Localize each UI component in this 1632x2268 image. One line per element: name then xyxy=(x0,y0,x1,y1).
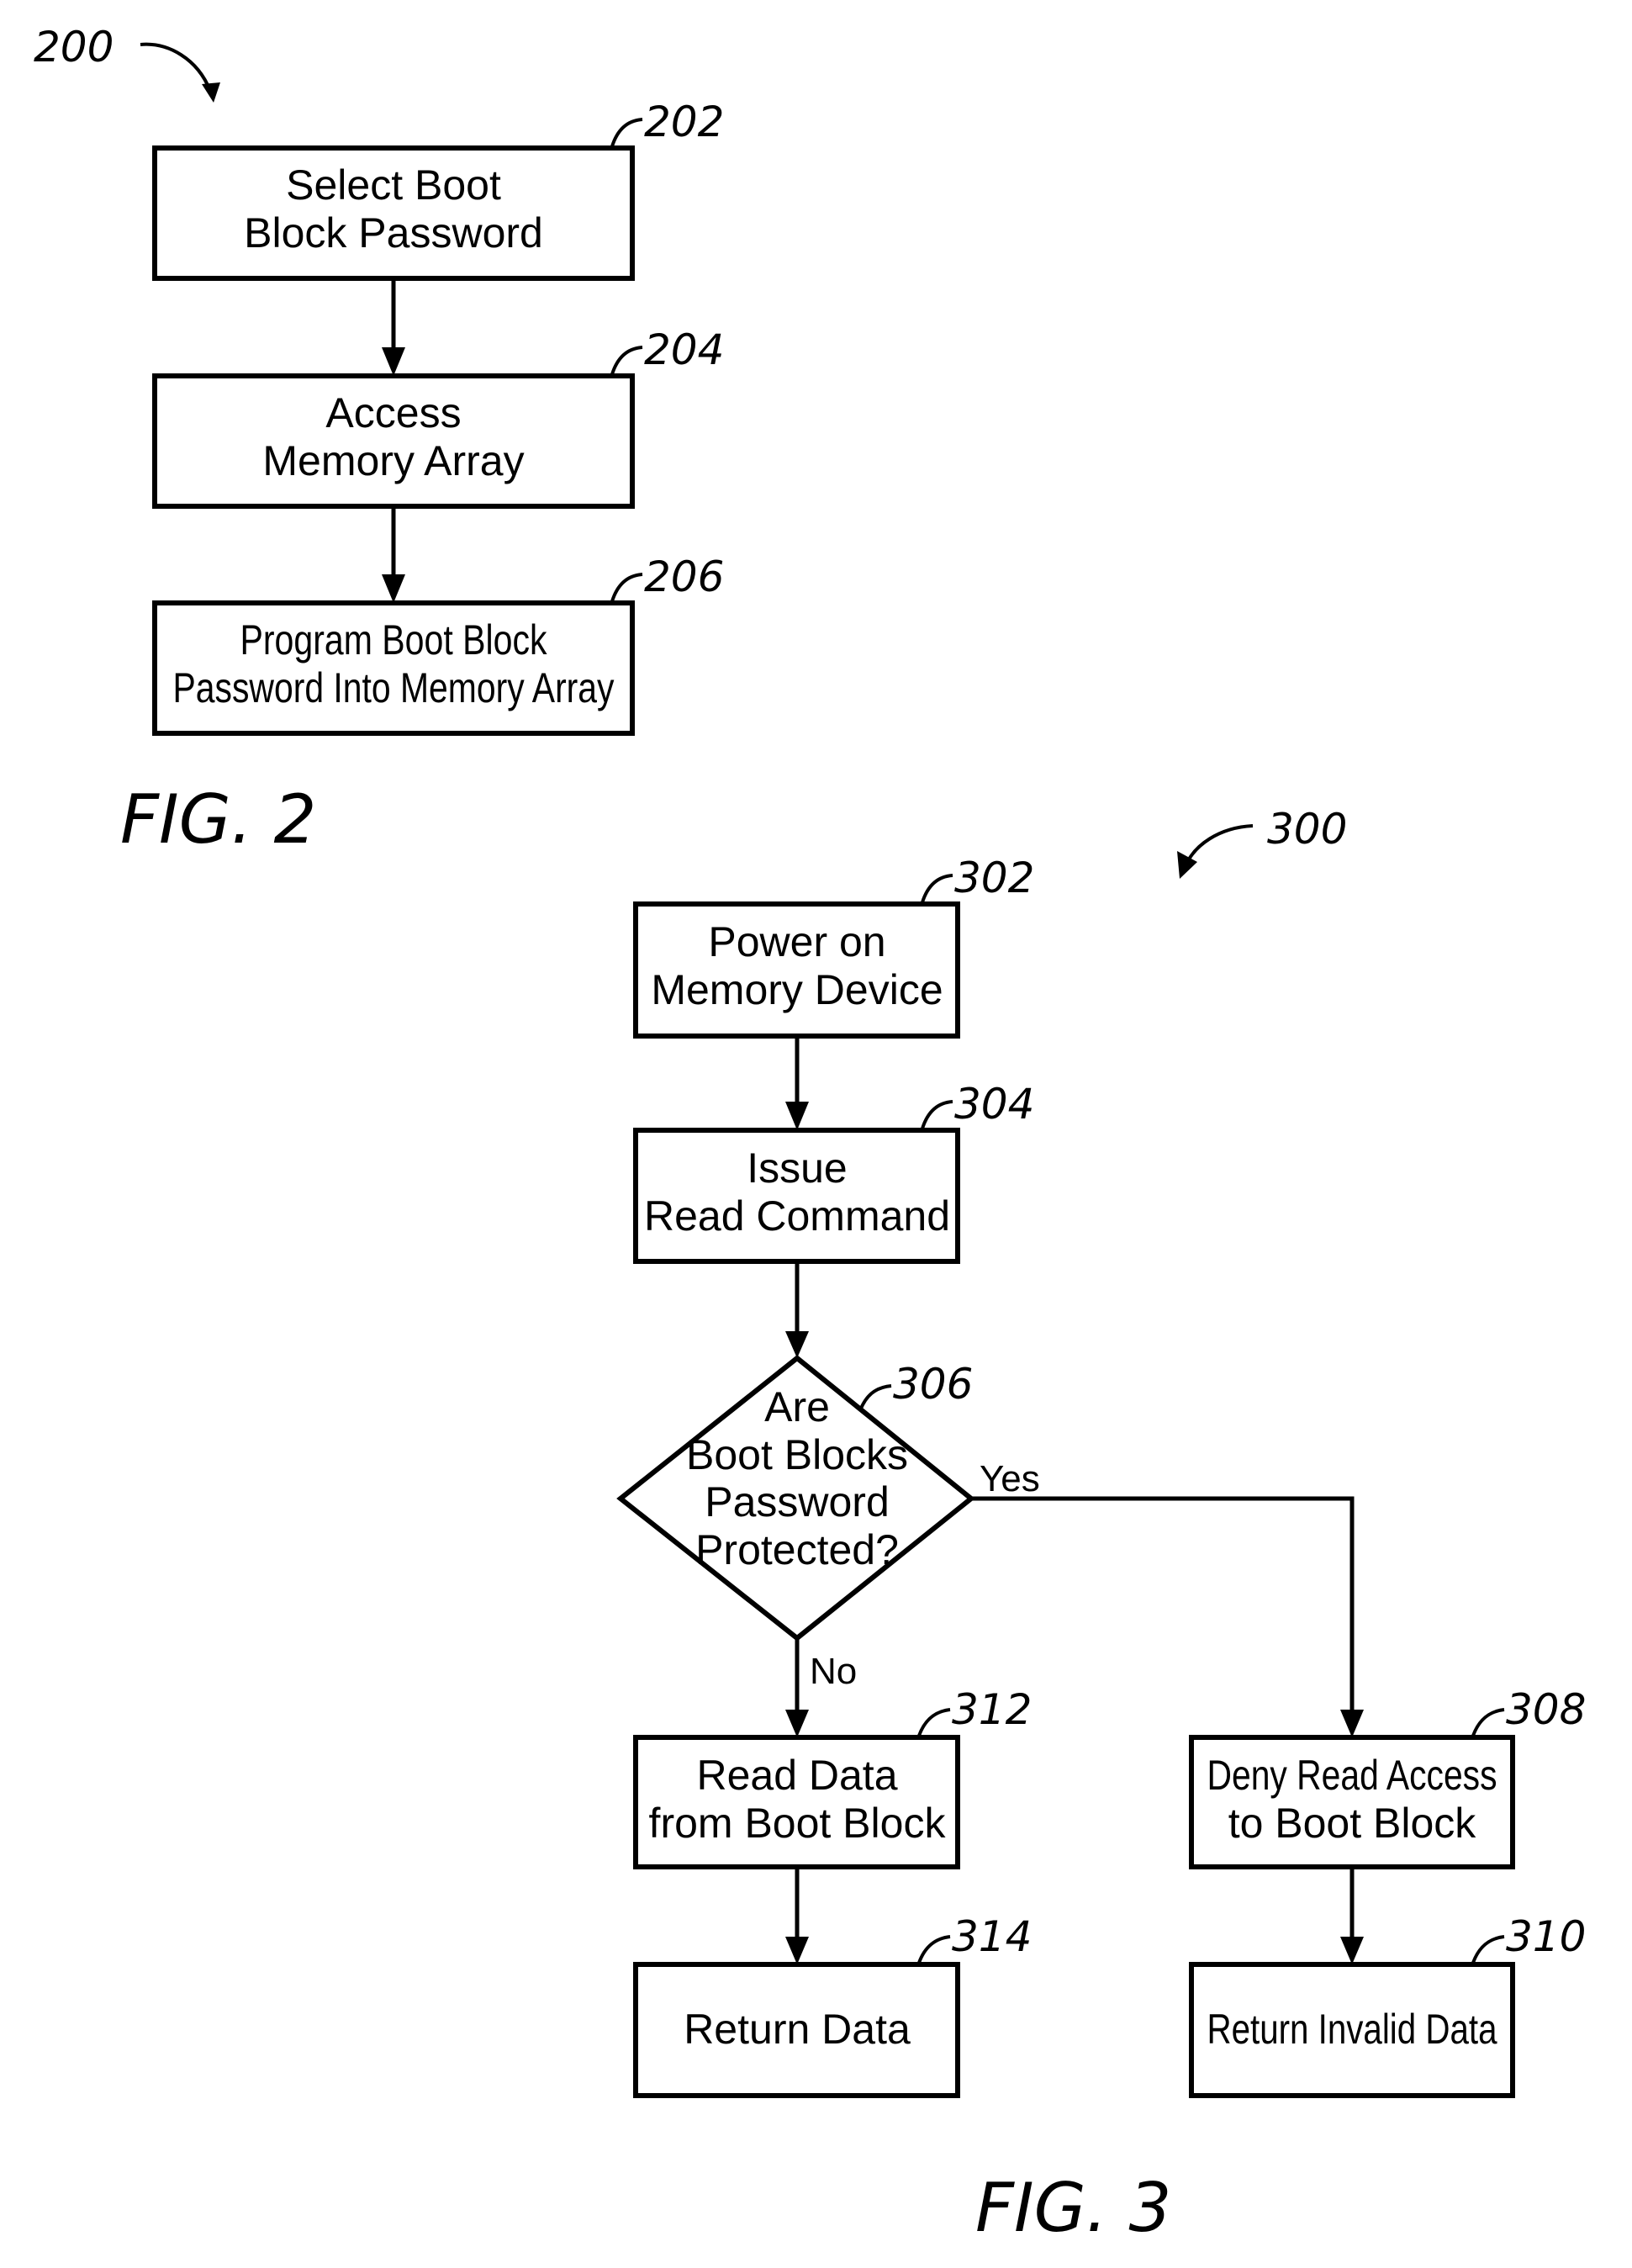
figure-ref-arrow xyxy=(140,42,212,92)
decision-text-line: Boot Blocks xyxy=(686,1431,908,1478)
step-302: Power on Memory Device 302 xyxy=(633,854,1034,1039)
arrowhead-icon xyxy=(785,1331,809,1358)
step-ref-label: 202 xyxy=(644,98,724,146)
step-text-line: Issue xyxy=(747,1145,848,1192)
arrowhead-icon xyxy=(785,1102,809,1130)
figure-ref-300: 300 xyxy=(1267,805,1347,854)
ref-leader xyxy=(858,1384,892,1411)
ref-leader xyxy=(1471,1935,1505,1964)
step-text-line: from Boot Block xyxy=(649,1800,947,1847)
arrowhead-icon xyxy=(1340,1937,1364,1964)
step-204: Access Memory Array 204 xyxy=(152,325,724,509)
step-text-line: Memory Array xyxy=(262,437,524,484)
step-308: Deny Read Access to Boot Block 308 xyxy=(1189,1685,1586,1869)
ref-leader xyxy=(921,1100,953,1129)
decision-text-line: Password xyxy=(705,1478,890,1525)
ref-leader xyxy=(610,346,643,375)
figure-3: 300 Power on Memory Device 302 Issue Rea… xyxy=(616,805,1586,2247)
step-text-line: Block Password xyxy=(244,209,543,256)
arrowhead-icon xyxy=(382,574,405,603)
step-ref-label: 304 xyxy=(954,1080,1034,1129)
decision-306: Are Boot Blocks Password Protected? 306 xyxy=(616,1355,975,1642)
step-ref-label: 308 xyxy=(1506,1685,1586,1734)
arrowhead-icon xyxy=(1340,1710,1364,1737)
arrowhead-icon xyxy=(202,82,220,103)
decision-text-line: Are xyxy=(764,1383,830,1430)
step-text-line: Read Command xyxy=(644,1192,950,1240)
step-ref-label: 312 xyxy=(952,1685,1032,1734)
step-ref-label: 206 xyxy=(644,552,724,601)
figure-2: 200 Select Boot Block Password 202 Acces… xyxy=(34,23,724,859)
step-text-line: Memory Device xyxy=(651,966,943,1013)
step-206: Program Boot Block Password Into Memory … xyxy=(152,552,724,736)
decision-text-line: Protected? xyxy=(695,1526,899,1573)
flow-connector-yes xyxy=(971,1496,1355,1716)
step-ref-label: 204 xyxy=(644,325,724,374)
step-202: Select Boot Block Password 202 xyxy=(152,98,724,281)
figure-caption: FIG. 3 xyxy=(975,2169,1171,2247)
step-ref-label: 314 xyxy=(952,1912,1032,1961)
step-ref-label: 310 xyxy=(1506,1912,1586,1961)
ref-leader xyxy=(917,1935,951,1964)
figure-caption: FIG. 2 xyxy=(120,780,316,859)
arrowhead-icon xyxy=(382,347,405,376)
arrowhead-icon xyxy=(1177,851,1197,879)
arrowhead-icon xyxy=(785,1710,809,1737)
step-310: Return Invalid Data 310 xyxy=(1189,1912,1586,2098)
ref-leader xyxy=(610,573,643,602)
step-text-line: Password Into Memory Array xyxy=(173,664,615,711)
step-ref-label: 302 xyxy=(954,854,1034,902)
branch-label-no: No xyxy=(810,1651,857,1692)
arrowhead-icon xyxy=(785,1937,809,1964)
figure-ref-arrow xyxy=(1184,824,1254,867)
step-ref-label: 306 xyxy=(893,1360,973,1409)
step-text-line: to Boot Block xyxy=(1228,1800,1477,1847)
step-text-line: Deny Read Access xyxy=(1207,1752,1497,1799)
branch-label-yes: Yes xyxy=(980,1458,1040,1499)
ref-leader xyxy=(610,118,643,147)
ref-leader xyxy=(921,874,953,903)
step-314: Return Data 314 xyxy=(633,1912,1032,2098)
step-text-line: Power on xyxy=(708,918,885,965)
step-text-line: Program Boot Block xyxy=(240,616,548,663)
step-text-line: Return Data xyxy=(684,2006,911,2053)
step-text-line: Read Data xyxy=(696,1752,897,1799)
figure-ref-200: 200 xyxy=(34,23,114,71)
step-text-line: Select Boot xyxy=(286,161,501,209)
step-text-line: Access xyxy=(325,389,461,436)
step-312: Read Data from Boot Block 312 xyxy=(633,1685,1032,1869)
ref-leader xyxy=(1471,1708,1505,1737)
step-text-line: Return Invalid Data xyxy=(1207,2006,1497,2053)
step-304: Issue Read Command 304 xyxy=(633,1080,1034,1264)
ref-leader xyxy=(917,1708,951,1737)
patent-drawing: 200 Select Boot Block Password 202 Acces… xyxy=(34,23,1586,2247)
